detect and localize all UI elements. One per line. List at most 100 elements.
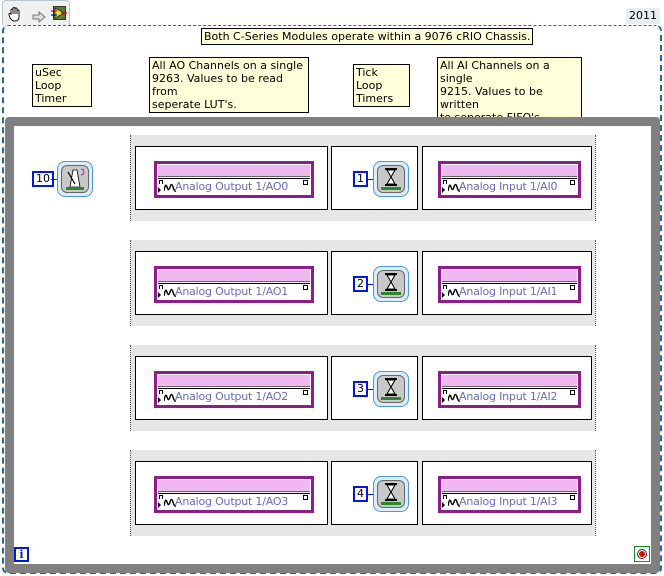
input-terminal-icon: [159, 285, 163, 289]
tick-timers-comment: Tick Loop Timers: [353, 64, 410, 107]
output-channel-header: [158, 165, 310, 177]
sequence-frame-output[interactable]: Analog Output 1/AO0: [135, 146, 328, 210]
sequence-frame-input[interactable]: Analog Input 1/AI3: [422, 461, 592, 525]
terminal-arrow-icon: [158, 292, 161, 298]
tick-wait-icon[interactable]: [373, 476, 409, 512]
hourglass-icon: [377, 480, 405, 508]
input-terminal-icon: [159, 180, 163, 184]
output-channel-constant[interactable]: Analog Output 1/AO3: [154, 476, 314, 513]
output-channel-constant[interactable]: Analog Output 1/AO2: [154, 371, 314, 408]
hand-icon[interactable]: [8, 6, 22, 26]
output-terminal-icon: [570, 495, 575, 500]
input-terminal-icon: [159, 390, 163, 394]
sprocket-row: [133, 317, 593, 324]
output-terminal-icon: [303, 180, 308, 185]
sequence-frame-wait[interactable]: 2: [331, 251, 418, 315]
output-channel-constant[interactable]: Analog Output 1/AO1: [154, 266, 314, 303]
output-terminal-icon: [570, 285, 575, 290]
ai-note-comment: All AI Channels on a single 9215. Values…: [437, 57, 582, 126]
terminal-arrow-icon: [158, 187, 161, 193]
sequence-frame-output[interactable]: Analog Output 1/AO3: [135, 461, 328, 525]
input-terminal-icon: [443, 180, 447, 184]
output-channel-label: Analog Output 1/AO3: [175, 495, 289, 508]
sequence-frame-wait[interactable]: 3: [331, 356, 418, 420]
sprocket-row: [133, 452, 593, 459]
input-channel-body: Analog Input 1/AI1: [442, 283, 577, 299]
terminal-arrow-icon: [442, 397, 445, 403]
input-terminal-icon: [443, 495, 447, 499]
input-channel-header: [442, 375, 577, 387]
input-terminal-icon: [443, 390, 447, 394]
sequence-frame-output[interactable]: Analog Output 1/AO1: [135, 251, 328, 315]
input-channel-label: Analog Input 1/AI0: [459, 180, 558, 193]
tick-wait-icon[interactable]: [373, 371, 409, 407]
flat-sequence[interactable]: Analog Output 1/AO1 2 Analog Input 1/AI1: [130, 240, 596, 326]
toolbar-tab: [2, 0, 70, 25]
terminal-arrow-icon: [442, 187, 445, 193]
input-channel-constant[interactable]: Analog Input 1/AI2: [438, 371, 581, 408]
output-terminal-icon: [570, 180, 575, 185]
flat-sequence[interactable]: Analog Output 1/AO0 1 Analog Input 1/AI0: [130, 135, 596, 221]
input-channel-header: [442, 480, 577, 492]
input-channel-header: [442, 165, 577, 177]
output-channel-label: Analog Output 1/AO1: [175, 285, 289, 298]
output-channel-constant[interactable]: Analog Output 1/AO0: [154, 161, 314, 198]
input-terminal-icon: [443, 285, 447, 289]
input-channel-constant[interactable]: Analog Input 1/AI3: [438, 476, 581, 513]
metronome-timer-icon[interactable]: [57, 161, 93, 197]
terminal-arrow-icon: [158, 397, 161, 403]
input-channel-label: Analog Input 1/AI2: [459, 390, 558, 403]
output-channel-header: [158, 375, 310, 387]
output-channel-label: Analog Output 1/AO0: [175, 180, 289, 193]
output-channel-body: Analog Output 1/AO0: [158, 178, 310, 194]
sprocket-row: [133, 242, 593, 249]
input-channel-constant[interactable]: Analog Input 1/AI1: [438, 266, 581, 303]
input-channel-label: Analog Input 1/AI3: [459, 495, 558, 508]
iteration-terminal[interactable]: i: [14, 547, 29, 562]
output-terminal-icon: [570, 390, 575, 395]
sequence-frame-output[interactable]: Analog Output 1/AO2: [135, 356, 328, 420]
input-channel-body: Analog Input 1/AI2: [442, 388, 577, 404]
input-terminal-icon: [159, 495, 163, 499]
tick-wait-icon[interactable]: [373, 161, 409, 197]
vi-icon[interactable]: [51, 5, 67, 25]
hourglass-icon: [377, 375, 405, 403]
version-label: 2011: [626, 8, 660, 24]
output-channel-label: Analog Output 1/AO2: [175, 390, 289, 403]
usec-timer-comment: uSec Loop Timer: [32, 64, 92, 107]
sequence-frame-wait[interactable]: 1: [331, 146, 418, 210]
sprocket-row: [133, 347, 593, 354]
metronome-icon: [61, 165, 89, 193]
tick-wait-icon[interactable]: [373, 266, 409, 302]
output-channel-header: [158, 270, 310, 282]
flat-sequence[interactable]: Analog Output 1/AO3 4 Analog Input 1/AI3: [130, 450, 596, 536]
sprocket-row: [133, 422, 593, 429]
stop-dot-icon: [639, 551, 645, 557]
hourglass-icon: [377, 270, 405, 298]
output-terminal-icon: [303, 285, 308, 290]
sequence-frame-input[interactable]: Analog Input 1/AI2: [422, 356, 592, 420]
flat-sequence[interactable]: Analog Output 1/AO2 3 Analog Input 1/AI2: [130, 345, 596, 431]
output-terminal-icon: [303, 495, 308, 500]
terminal-arrow-icon: [442, 502, 445, 508]
sequence-frame-wait[interactable]: 4: [331, 461, 418, 525]
ao-note-comment: All AO Channels on a single 9263. Values…: [149, 57, 309, 113]
sprocket-row: [133, 137, 593, 144]
output-terminal-icon: [303, 390, 308, 395]
output-channel-header: [158, 480, 310, 492]
stop-button[interactable]: [634, 546, 650, 562]
input-channel-header: [442, 270, 577, 282]
sprocket-row: [133, 527, 593, 534]
output-channel-body: Analog Output 1/AO1: [158, 283, 310, 299]
input-channel-body: Analog Input 1/AI0: [442, 178, 577, 194]
hourglass-icon: [377, 165, 405, 193]
terminal-arrow-icon: [158, 502, 161, 508]
input-channel-constant[interactable]: Analog Input 1/AI0: [438, 161, 581, 198]
sequence-frame-input[interactable]: Analog Input 1/AI1: [422, 251, 592, 315]
header-comment: Both C-Series Modules operate within a 9…: [201, 28, 534, 45]
sequence-frame-input[interactable]: Analog Input 1/AI0: [422, 146, 592, 210]
output-channel-body: Analog Output 1/AO3: [158, 493, 310, 509]
input-channel-label: Analog Input 1/AI1: [459, 285, 558, 298]
output-channel-body: Analog Output 1/AO2: [158, 388, 310, 404]
sprocket-row: [133, 212, 593, 219]
